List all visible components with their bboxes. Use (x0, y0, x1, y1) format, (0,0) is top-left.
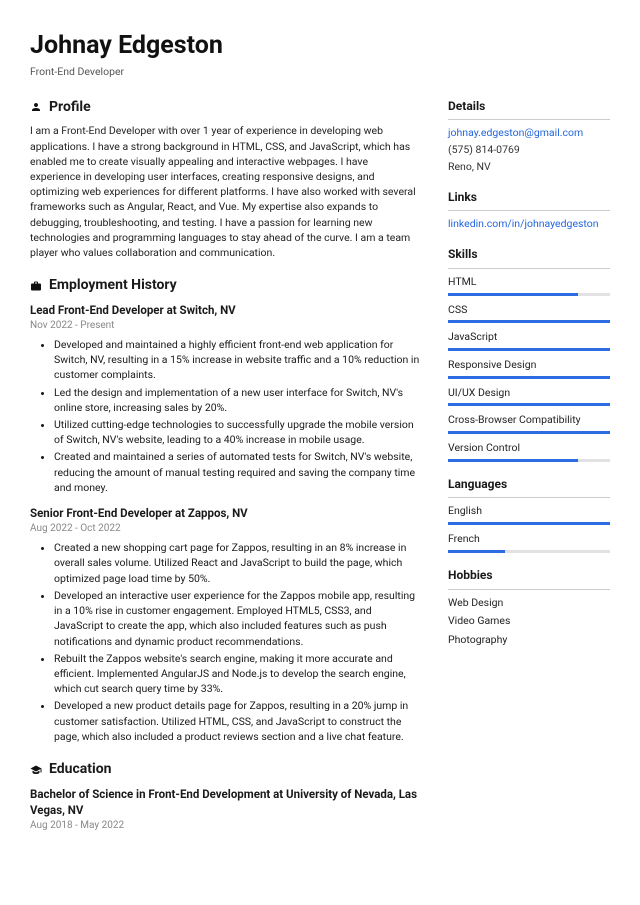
profile-text: I am a Front-End Developer with over 1 y… (30, 123, 420, 260)
skill-bar (448, 293, 610, 296)
skill-item: Version Control (448, 441, 610, 462)
languages-heading: Languages (448, 476, 610, 493)
skill-label: CSS (448, 303, 610, 318)
skills-section: Skills HTML CSS JavaScript Responsive Desig… (448, 246, 610, 462)
skill-label: Cross-Browser Compatibility (448, 413, 610, 428)
skill-item: UI/UX Design (448, 386, 610, 407)
person-title: Front-End Developer (30, 65, 610, 80)
job-bullets: Created a new shopping cart page for Zap… (30, 540, 420, 744)
job-bullet: Led the design and implementation of a n… (54, 385, 420, 415)
skill-fill (448, 293, 578, 296)
skill-item: JavaScript (448, 330, 610, 351)
side-column: Details johnay.edgeston@gmail.com (575) … (448, 98, 610, 849)
divider (448, 589, 610, 590)
skill-fill (448, 320, 610, 323)
job-dates: Aug 2022 - Oct 2022 (30, 522, 420, 536)
skill-bar (448, 376, 610, 379)
skill-item: HTML (448, 275, 610, 296)
skill-label: HTML (448, 275, 610, 290)
skill-fill (448, 431, 610, 434)
skill-bar (448, 431, 610, 434)
skill-fill (448, 550, 505, 553)
hobby-item: Video Games (448, 614, 610, 629)
skill-bar (448, 348, 610, 351)
skill-label: JavaScript (448, 330, 610, 345)
skills-heading: Skills (448, 246, 610, 263)
job-bullet: Created and maintained a series of autom… (54, 449, 420, 495)
job-bullet: Developed an interactive user experience… (54, 588, 420, 649)
person-icon (30, 101, 42, 113)
education-degree: Bachelor of Science in Front-End Develop… (30, 786, 420, 818)
job-title: Lead Front-End Developer at Switch, NV (30, 302, 420, 318)
job-bullet: Developed a new product details page for… (54, 698, 420, 744)
skill-fill (448, 522, 610, 525)
skill-item: English (448, 504, 610, 525)
graduation-icon (30, 764, 42, 776)
skill-fill (448, 459, 578, 462)
skill-label: Version Control (448, 441, 610, 456)
hobby-item: Photography (448, 633, 610, 648)
education-dates: Aug 2018 - May 2022 (30, 819, 420, 833)
skill-item: French (448, 532, 610, 553)
linkedin-link[interactable]: linkedin.com/in/johnayedgeston (448, 217, 610, 232)
employment-heading: Employment History (49, 276, 177, 296)
skill-fill (448, 403, 610, 406)
location-text: Reno, NV (448, 160, 610, 175)
divider (448, 119, 610, 120)
skill-label: Responsive Design (448, 358, 610, 373)
job-bullet: Rebuilt the Zappos website's search engi… (54, 651, 420, 697)
job-dates: Nov 2022 - Present (30, 319, 420, 333)
divider (448, 268, 610, 269)
skill-fill (448, 348, 610, 351)
skill-item: CSS (448, 303, 610, 324)
skill-fill (448, 376, 610, 379)
skill-bar (448, 459, 610, 462)
profile-section: Profile I am a Front-End Developer with … (30, 98, 420, 261)
skill-bar (448, 550, 610, 553)
resume-header: Johnay Edgeston Front-End Developer (30, 28, 610, 80)
skill-label: English (448, 504, 610, 519)
phone-text: (575) 814-0769 (448, 143, 610, 158)
skill-bar (448, 522, 610, 525)
employment-section: Employment History Lead Front-End Develo… (30, 276, 420, 744)
skill-label: French (448, 532, 610, 547)
job-entry: Senior Front-End Developer at Zappos, NV… (30, 505, 420, 744)
links-section: Links linkedin.com/in/johnayedgeston (448, 189, 610, 232)
job-bullet: Created a new shopping cart page for Zap… (54, 540, 420, 586)
job-bullets: Developed and maintained a highly effici… (30, 337, 420, 495)
job-bullet: Developed and maintained a highly effici… (54, 337, 420, 383)
divider (448, 497, 610, 498)
person-name: Johnay Edgeston (30, 28, 610, 63)
job-title: Senior Front-End Developer at Zappos, NV (30, 505, 420, 521)
skill-bar (448, 320, 610, 323)
briefcase-icon (30, 280, 42, 292)
details-heading: Details (448, 98, 610, 115)
details-section: Details johnay.edgeston@gmail.com (575) … (448, 98, 610, 175)
job-bullet: Utilized cutting-edge technologies to su… (54, 417, 420, 447)
main-column: Profile I am a Front-End Developer with … (30, 98, 420, 849)
profile-heading: Profile (49, 98, 91, 118)
skill-item: Responsive Design (448, 358, 610, 379)
links-heading: Links (448, 189, 610, 206)
hobbies-section: Hobbies Web Design Video Games Photography (448, 567, 610, 648)
divider (448, 210, 610, 211)
resume-layout: Profile I am a Front-End Developer with … (30, 98, 610, 849)
education-heading: Education (49, 760, 111, 780)
job-entry: Lead Front-End Developer at Switch, NVNo… (30, 302, 420, 495)
languages-section: Languages English French (448, 476, 610, 553)
hobbies-heading: Hobbies (448, 567, 610, 584)
skill-item: Cross-Browser Compatibility (448, 413, 610, 434)
skill-label: UI/UX Design (448, 386, 610, 401)
email-link[interactable]: johnay.edgeston@gmail.com (448, 126, 610, 141)
skill-bar (448, 403, 610, 406)
education-section: Education Bachelor of Science in Front-E… (30, 760, 420, 833)
hobby-item: Web Design (448, 596, 610, 611)
